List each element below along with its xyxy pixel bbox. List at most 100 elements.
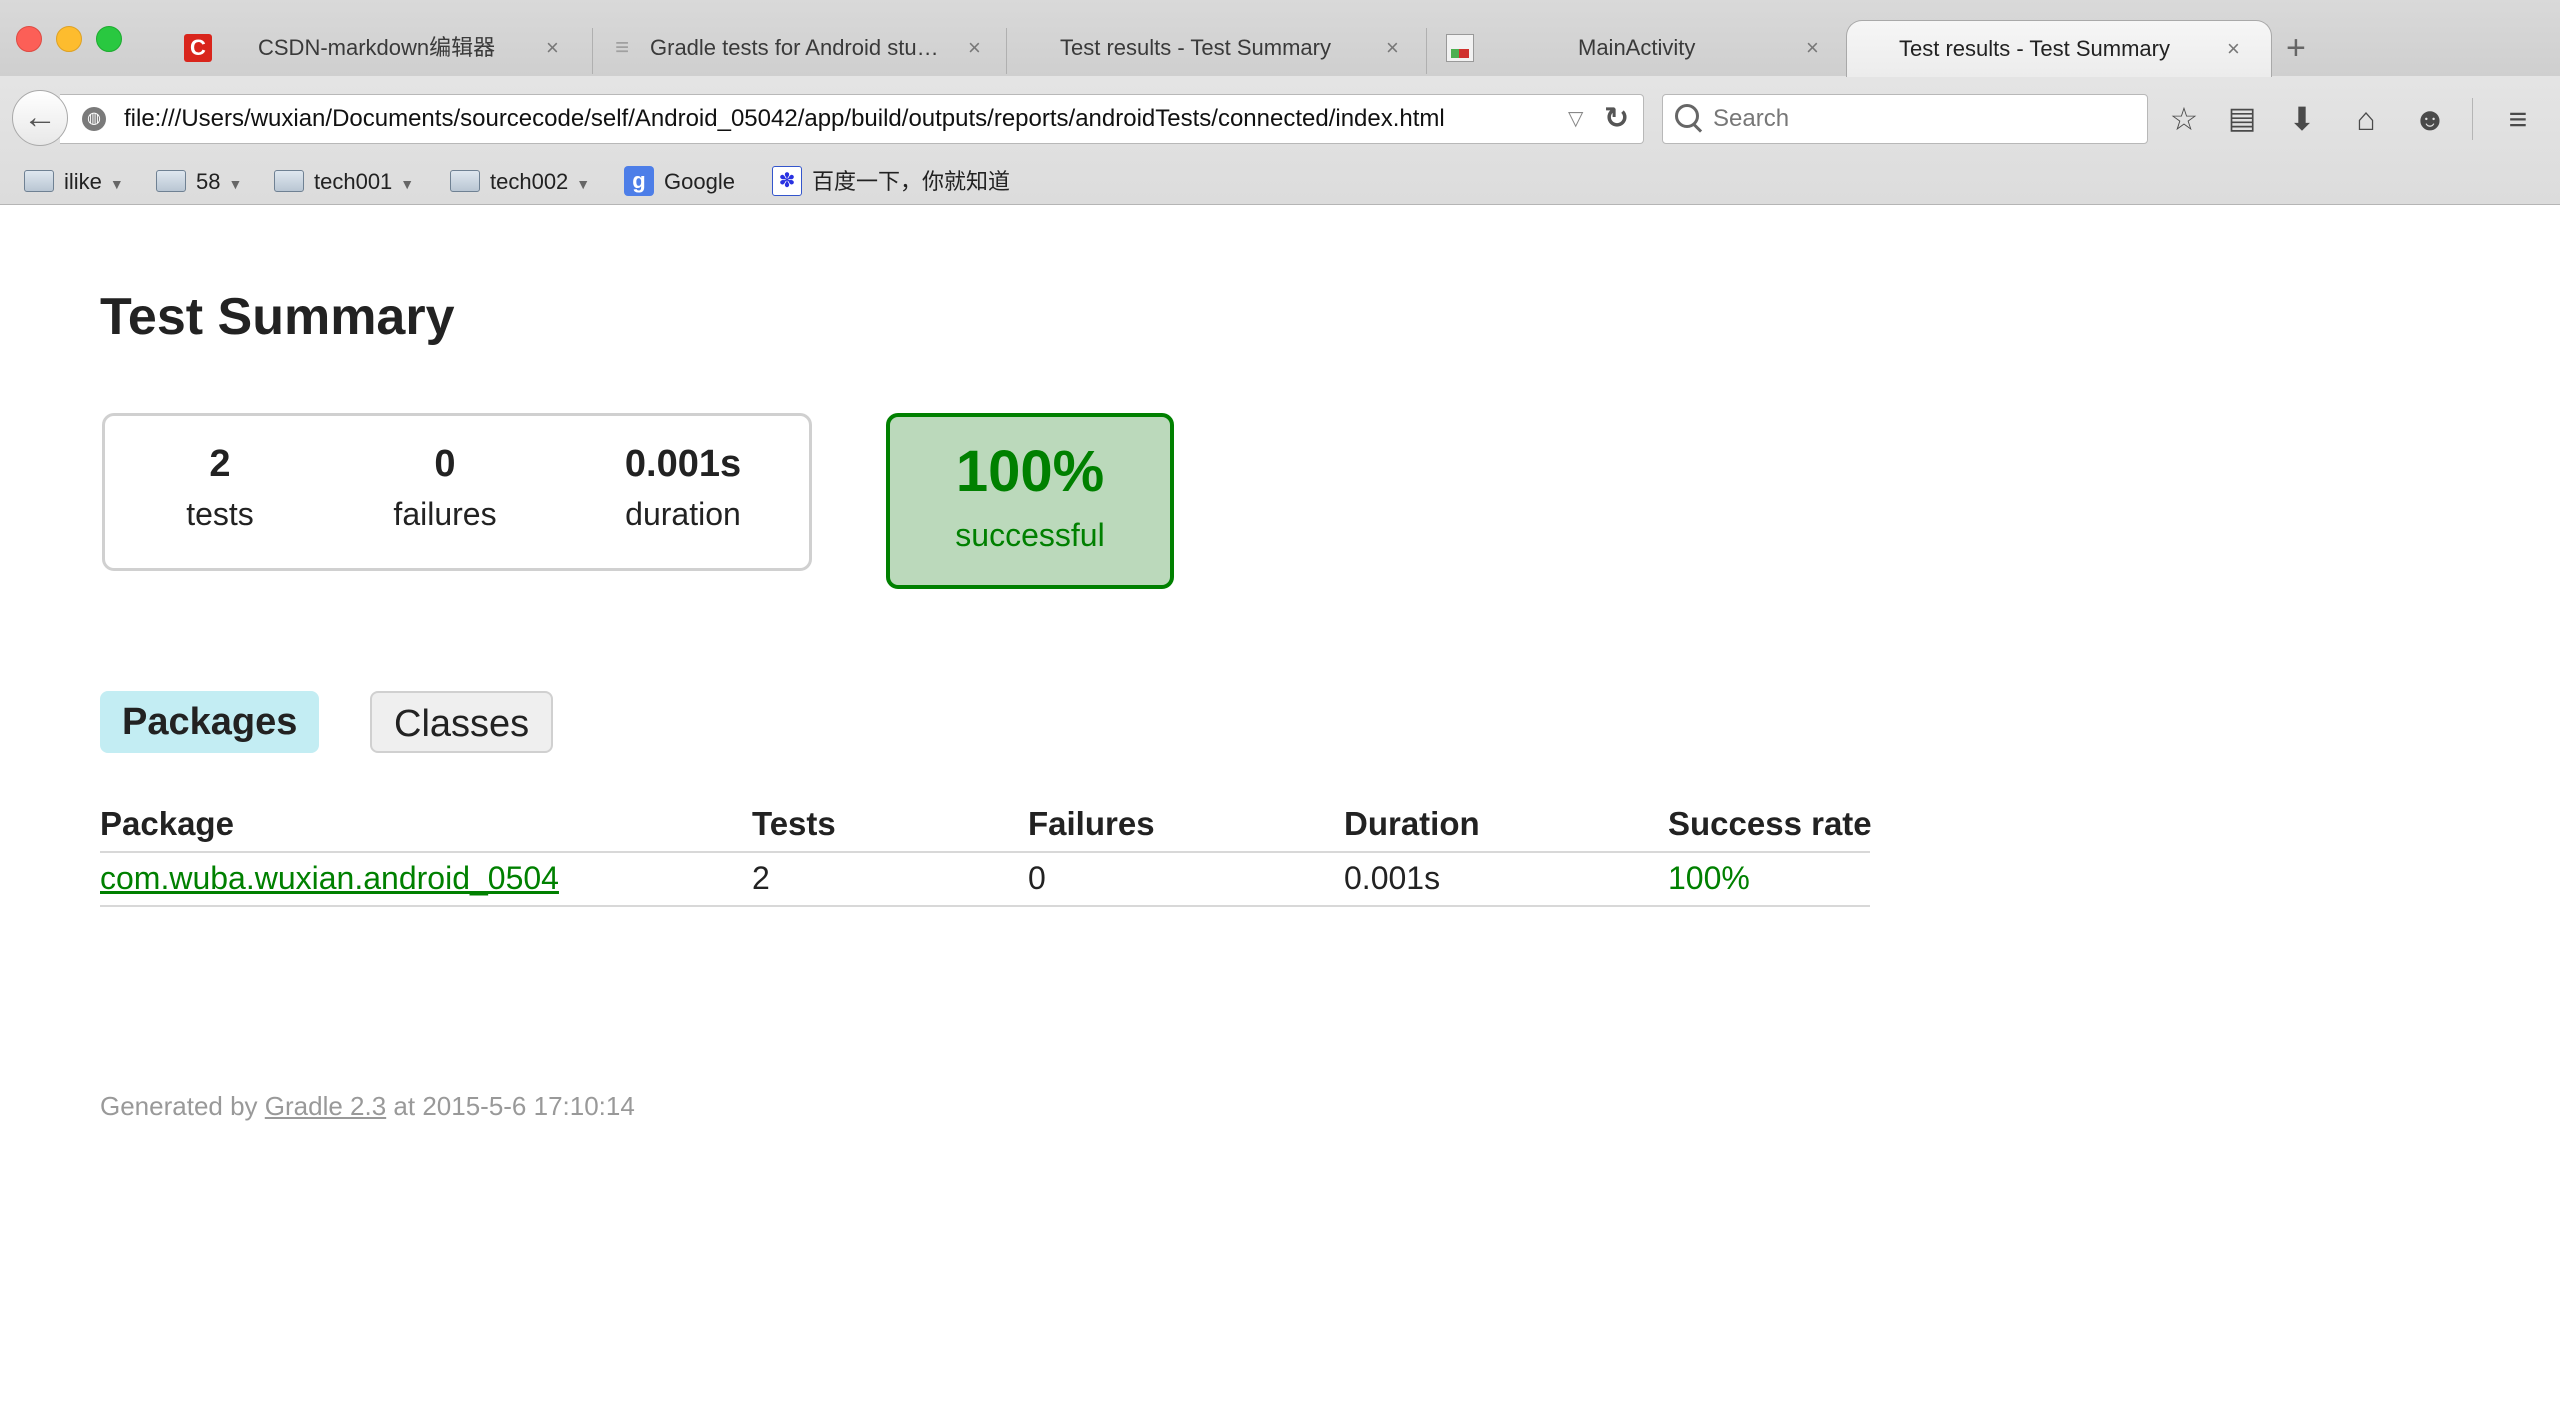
bookmark-folder-tech002[interactable]: tech002 ▼ [450,160,590,204]
tab-title: Test results - Test Summary [1060,35,1331,60]
row-failures-cell: 0 [1028,860,1046,896]
url-bar[interactable]: ◍ file:///Users/wuxian/Documents/sourcec… [60,94,1644,144]
google-icon: g [624,166,654,197]
browser-tab-1[interactable]: C CSDN-markdown编辑器 × [170,20,576,76]
tab-strip: C CSDN-markdown编辑器 × ≡ Gradle tests for … [0,0,2560,77]
hamburger-menu-icon[interactable]: ≡ [2496,94,2540,144]
column-header-tests: Tests [752,805,836,842]
url-text[interactable]: file:///Users/wuxian/Documents/sourcecod… [124,95,1445,143]
bookmarks-menu-icon[interactable]: ▤ [2220,94,2264,144]
minimize-window-button[interactable] [56,26,82,52]
row-duration-cell: 0.001s [1344,860,1441,896]
bookmark-baidu[interactable]: ✽ 百度一下，你就知道 [772,160,1010,204]
folder-icon [274,170,304,193]
bookmark-label: tech001 [314,169,393,194]
package-link[interactable]: com.wuba.wuxian.android_0504 [100,853,559,903]
reload-icon[interactable]: ↻ [1604,95,1629,143]
navigation-toolbar: ◍ file:///Users/wuxian/Documents/sourcec… [0,76,2560,160]
tab-divider [1006,28,1007,74]
tests-label: tests [186,496,254,532]
tab-close-icon[interactable]: × [2227,21,2240,77]
report-footer: Generated by Gradle 2.3 at 2015-5-6 17:1… [100,1091,635,1122]
column-header-package: Package [100,805,234,842]
browser-tab-2[interactable]: ≡ Gradle tests for Android stu… × [600,20,1006,76]
row-divider [100,905,1870,907]
chevron-down-icon: ▼ [400,176,415,192]
tests-count: 2 [209,443,231,485]
duration-label: duration [625,496,741,532]
footer-prefix: Generated by [100,1091,265,1121]
bookmark-label: 58 [196,169,221,194]
tab-divider [592,28,593,74]
tab-close-icon[interactable]: × [546,20,559,76]
search-icon [1675,104,1699,128]
gradle-link[interactable]: Gradle 2.3 [265,1091,386,1121]
bookmark-label: ilike [64,169,102,194]
row-success-rate-cell: 100% [1668,860,1750,896]
document-icon [1446,34,1474,62]
bookmarks-toolbar: ilike ▼ 58 ▼ tech001 ▼ tech002 ▼ g Google ✽ 百度… [0,160,2560,204]
back-button[interactable]: ← [12,90,68,146]
downloads-icon[interactable]: ⬇ [2280,94,2324,144]
folder-icon [24,170,54,193]
url-history-dropdown-icon[interactable]: ▽ [1568,95,1583,143]
search-input[interactable]: Search [1713,95,1789,143]
page-title: Test Summary [100,288,455,346]
tab-divider [1426,28,1427,74]
tab-title: Gradle tests for Android stu… [650,35,939,60]
back-arrow-icon: ← [23,98,57,136]
chevron-down-icon: ▼ [576,176,591,192]
success-rate-label: successful [955,517,1105,553]
baidu-paw-icon: ✽ [772,166,802,197]
chat-icon[interactable]: ☻ [2408,94,2452,144]
footer-timestamp: at 2015-5-6 17:10:14 [386,1091,635,1121]
bookmark-label: Google [664,169,735,194]
zoom-window-button[interactable] [96,26,122,52]
toolbar-divider [2472,98,2473,140]
failures-label: failures [393,496,497,532]
tab-title: MainActivity [1578,35,1696,60]
page-content: Test Summary 2 tests 0 failures 0.001s d… [0,205,2560,1418]
bookmark-label: 百度一下，你就知道 [812,169,1011,194]
tests-counter: 2 tests [186,440,254,540]
tab-title: CSDN-markdown编辑器 [258,35,496,60]
bookmark-label: tech002 [490,169,569,194]
chevron-down-icon: ▼ [228,176,243,192]
globe-icon: ◍ [82,107,106,131]
search-bar[interactable]: Search [1662,94,2148,144]
column-header-success-rate: Success rate [1668,805,1872,842]
duration-counter: 0.001s duration [625,440,741,540]
summary-counters: 2 tests 0 failures 0.001s duration [102,413,812,571]
column-header-failures: Failures [1028,805,1155,842]
tab-close-icon[interactable]: × [1386,20,1399,76]
failures-counter: 0 failures [393,440,496,540]
new-tab-button[interactable]: + [2286,26,2306,70]
bookmark-folder-tech001[interactable]: tech001 ▼ [274,160,414,204]
browser-tab-active[interactable]: Test results - Test Summary × [1846,20,2272,77]
bookmark-folder-58[interactable]: 58 ▼ [156,160,242,204]
duration-value: 0.001s [624,443,742,485]
success-rate-value: 100% [955,439,1105,504]
tab-title: Test results - Test Summary [1899,36,2170,61]
browser-chrome: C CSDN-markdown编辑器 × ≡ Gradle tests for … [0,0,2560,205]
chevron-down-icon: ▼ [109,176,124,192]
close-window-button[interactable] [16,26,42,52]
browser-tab-4[interactable]: MainActivity × [1434,20,1840,76]
bookmark-google[interactable]: g Google [624,160,735,204]
tab-close-icon[interactable]: × [968,20,981,76]
column-header-duration: Duration [1344,805,1480,842]
bookmark-folder-ilike[interactable]: ilike ▼ [24,160,124,204]
bookmark-star-icon[interactable]: ☆ [2162,94,2206,144]
success-rate-box: 100% successful [886,413,1174,589]
folder-icon [450,170,480,193]
failures-count: 0 [434,443,456,485]
tab-close-icon[interactable]: × [1806,20,1819,76]
browser-tab-3[interactable]: Test results - Test Summary × [1014,20,1420,76]
home-icon[interactable]: ⌂ [2344,94,2388,144]
tab-classes[interactable]: Classes [370,691,554,753]
row-tests-cell: 2 [752,860,770,896]
tab-packages[interactable]: Packages [100,691,320,753]
csdn-icon: C [184,34,212,62]
stackoverflow-icon: ≡ [614,34,629,61]
folder-icon [156,170,186,193]
